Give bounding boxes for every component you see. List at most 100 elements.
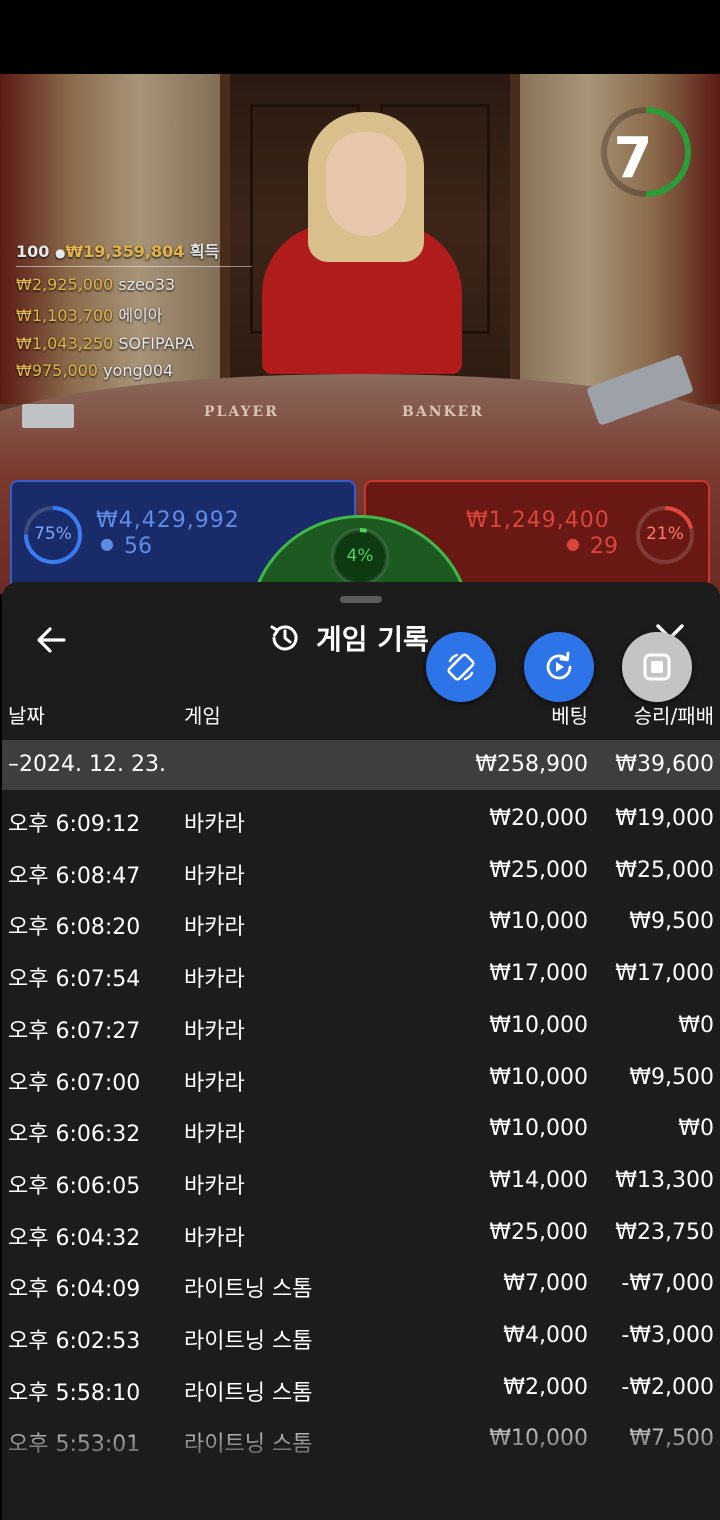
row-time: 오후 5:53:01 <box>8 1432 141 1458</box>
row-game: 바카라 <box>184 1225 245 1251</box>
history-row[interactable]: 오후 6:04:09 라이트닝 스톰 ₩7,000 -₩7,000 <box>2 1259 720 1311</box>
leaderboard-name: SOFIPAPA <box>118 334 195 353</box>
row-result: ₩13,300 <box>615 1167 714 1193</box>
row-game: 바카라 <box>184 863 245 889</box>
stop-button[interactable] <box>622 632 692 702</box>
date-group-header[interactable]: –2024. 12. 23. ₩258,900 ₩39,600 <box>2 740 720 790</box>
row-result: -₩2,000 <box>621 1374 714 1400</box>
row-result: ₩9,500 <box>629 1064 714 1090</box>
row-time: 오후 6:02:53 <box>8 1329 141 1354</box>
banker-bet-count: 29 <box>590 534 618 559</box>
row-bet: ₩14,000 <box>489 1167 588 1193</box>
history-row[interactable]: 오후 6:07:00 바카라 ₩10,000 ₩9,500 <box>2 1053 720 1105</box>
history-row[interactable]: 오후 6:08:20 바카라 ₩10,000 ₩9,500 <box>2 897 720 949</box>
row-time: 오후 6:04:09 <box>8 1277 141 1303</box>
leaderboard-amount: ₩1,043,250 <box>16 334 114 353</box>
dealer-face <box>326 132 406 236</box>
banker-table-label: BANKER <box>402 404 484 420</box>
banker-percent: 21% <box>646 524 684 544</box>
person-icon: ● <box>100 534 114 553</box>
row-time: 오후 6:07:27 <box>8 1018 141 1044</box>
history-row[interactable]: 오후 6:02:53 라이트닝 스톰 ₩4,000 -₩3,000 <box>2 1311 720 1363</box>
date-group-result-total: ₩39,600 <box>615 752 714 777</box>
history-row[interactable]: 오후 6:09:12 바카라 ₩20,000 ₩19,000 <box>2 794 720 846</box>
leaderboard-amount: ₩975,000 <box>16 361 98 380</box>
history-row[interactable]: 오후 5:53:01 라이트닝 스톰 ₩10,000 ₩7,500 <box>2 1414 720 1466</box>
row-game: 바카라 <box>184 1122 245 1148</box>
row-time: 오후 6:08:47 <box>8 863 141 889</box>
stop-icon <box>643 653 671 681</box>
history-row[interactable]: 오후 5:58:10 라이트닝 스톰 ₩2,000 -₩2,000 <box>2 1363 720 1415</box>
leaderboard-header: 100 ●₩19,359,804 획득 <box>16 238 252 267</box>
rotate-device-button[interactable] <box>426 632 496 702</box>
leaderboard-row: ₩2,925,000 szeo33 <box>16 275 276 294</box>
row-result: -₩7,000 <box>621 1271 714 1297</box>
row-game: 바카라 <box>184 1070 245 1096</box>
replay-button[interactable] <box>524 632 594 702</box>
row-result: ₩17,000 <box>615 961 714 987</box>
row-bet: ₩7,000 <box>503 1271 588 1297</box>
leaderboard-name: yong004 <box>103 361 174 380</box>
row-game: 바카라 <box>184 1018 245 1044</box>
player-bet-amount: ₩4,429,992 <box>96 508 240 533</box>
row-result: ₩0 <box>678 1012 714 1038</box>
person-icon: ● <box>566 534 580 553</box>
history-row[interactable]: 오후 6:08:47 바카라 ₩25,000 ₩25,000 <box>2 846 720 898</box>
row-bet: ₩25,000 <box>489 1219 588 1245</box>
row-result: -₩3,000 <box>621 1323 714 1348</box>
total-suffix: 획득 <box>189 242 220 261</box>
row-bet: ₩17,000 <box>489 961 588 987</box>
player-bet-count: 56 <box>124 534 152 559</box>
row-result: ₩25,000 <box>615 857 714 883</box>
row-game: 라이트닝 스톰 <box>184 1432 313 1458</box>
rotate-device-icon <box>447 653 475 681</box>
winners-leaderboard: 100 ●₩19,359,804 획득 ₩2,925,000 szeo33 ₩1,… <box>16 238 276 380</box>
row-time: 오후 6:04:32 <box>8 1225 141 1251</box>
row-result: ₩19,000 <box>615 806 714 831</box>
row-time: 오후 6:06:32 <box>8 1122 141 1148</box>
person-icon: ● <box>54 246 66 260</box>
row-result: ₩23,750 <box>615 1219 714 1245</box>
column-header-result: 승리/패배 <box>633 704 714 728</box>
history-row[interactable]: 오후 6:06:05 바카라 ₩14,000 ₩13,300 <box>2 1156 720 1208</box>
row-game: 바카라 <box>184 967 245 993</box>
history-row[interactable]: 오후 6:07:54 바카라 ₩17,000 ₩17,000 <box>2 949 720 1001</box>
history-icon <box>270 625 298 651</box>
arrow-left-icon[interactable] <box>32 620 72 660</box>
row-bet: ₩10,000 <box>489 1012 588 1038</box>
row-bet: ₩2,000 <box>503 1374 588 1400</box>
row-time: 오후 5:58:10 <box>8 1380 141 1406</box>
game-history-sheet: 게임 기록 날짜 게임 베팅 승리/패배 –2024. 12. 23. ₩258… <box>2 582 720 1520</box>
row-time: 오후 6:07:54 <box>8 967 141 993</box>
row-bet: ₩20,000 <box>489 806 588 831</box>
replay-icon <box>546 651 572 680</box>
status-bar <box>0 0 720 74</box>
column-header-game: 게임 <box>184 704 221 728</box>
date-group-label: –2024. 12. 23. <box>8 752 166 777</box>
history-row[interactable]: 오후 6:06:32 바카라 ₩10,000 ₩0 <box>2 1104 720 1156</box>
row-time: 오후 6:08:20 <box>8 915 141 941</box>
total-winnings: ₩19,359,804 <box>65 242 185 261</box>
player-percent: 75% <box>34 524 72 544</box>
leaderboard-row: ₩1,043,250 SOFIPAPA <box>16 334 276 353</box>
sheet-drag-handle[interactable] <box>340 596 382 603</box>
row-time: 오후 6:06:05 <box>8 1173 141 1199</box>
row-game: 바카라 <box>184 1173 245 1199</box>
page-title: 게임 기록 <box>316 623 429 656</box>
history-row[interactable]: 오후 6:04:32 바카라 ₩25,000 ₩23,750 <box>2 1208 720 1260</box>
row-bet: ₩25,000 <box>489 857 588 883</box>
row-result: ₩0 <box>678 1116 714 1142</box>
row-time: 오후 6:09:12 <box>8 812 141 837</box>
banker-bet-amount: ₩1,249,400 <box>466 508 610 533</box>
date-group-bet-total: ₩258,900 <box>475 752 588 777</box>
sheet-header: 게임 기록 <box>268 618 429 658</box>
row-game: 라이트닝 스톰 <box>184 1380 313 1406</box>
row-bet: ₩10,000 <box>489 1116 588 1142</box>
row-result: ₩7,500 <box>629 1426 714 1452</box>
row-bet: ₩10,000 <box>489 1426 588 1452</box>
discard-tray <box>22 404 74 428</box>
leaderboard-row: ₩1,103,700 에이아 <box>16 302 276 326</box>
row-game: 라이트닝 스톰 <box>184 1277 313 1303</box>
leaderboard-name: 에이아 <box>118 306 163 325</box>
history-row[interactable]: 오후 6:07:27 바카라 ₩10,000 ₩0 <box>2 1001 720 1053</box>
